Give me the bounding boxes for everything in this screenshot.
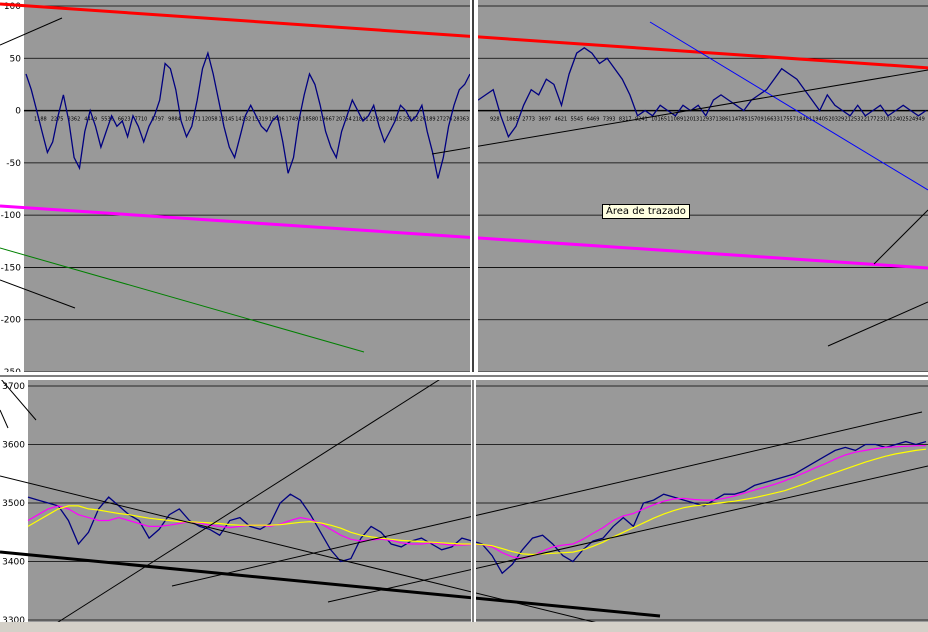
top-y-tick-label: -100 [1, 211, 22, 221]
top-x-tick-label: 1188 [34, 117, 47, 123]
top-x-tick-label: 6469 [587, 117, 600, 123]
vertical-split-bar-top [470, 0, 478, 378]
top-x-tick-label: 20754 [336, 117, 352, 123]
top-x-tick-label: 26189 [420, 117, 436, 123]
top-x-tick-label: 13861 [716, 117, 732, 123]
top-x-tick-label: 14785 [732, 117, 748, 123]
top-y-tick-label: 50 [10, 54, 22, 64]
top-x-tick-label: 3697 [538, 117, 551, 123]
black-trendline [0, 409, 9, 429]
top-x-tick-label: 4449 [84, 117, 97, 123]
horizontal-scrollbar [0, 622, 928, 632]
top-x-tick-label: 17557 [780, 117, 796, 123]
chart-svg: 100500-50-100-150-200-250370036003500340… [0, 0, 928, 632]
top-x-tick-label: 9884 [168, 117, 181, 123]
top-x-tick-label: 21253 [844, 117, 860, 123]
bottom-y-tick-label: 3600 [2, 441, 25, 451]
top-x-tick-label: 5545 [571, 117, 584, 123]
top-x-tick-label: 24949 [909, 117, 925, 123]
chart-window: 100500-50-100-150-200-250370036003500340… [0, 0, 928, 632]
top-x-tick-label: 12013 [683, 117, 699, 123]
top-x-tick-label: 11089 [667, 117, 683, 123]
top-x-tick-label: 22177 [861, 117, 877, 123]
top-x-tick-label: 2773 [522, 117, 535, 123]
top-x-tick-label: 20329 [828, 117, 844, 123]
plot-area-tooltip: Área de trazado [602, 204, 690, 219]
top-y-tick-label: -200 [1, 316, 22, 326]
bottom-y-tick-label: 3700 [2, 382, 25, 392]
top-x-tick-label: 23101 [877, 117, 893, 123]
top-x-tick-label: 928 [490, 117, 500, 123]
top-x-tick-label: 18481 [796, 117, 812, 123]
top-x-tick-label: 7393 [603, 117, 616, 123]
top-x-tick-label: 1865 [506, 117, 519, 123]
top-x-tick-label: 19667 [319, 117, 335, 123]
top-x-tick-label: 28363 [453, 117, 469, 123]
top-x-tick-label: 4621 [554, 117, 567, 123]
top-y-tick-label: -50 [6, 159, 21, 169]
top-x-tick-label: 15319 [252, 117, 268, 123]
bottom-y-tick-label: 3500 [2, 499, 25, 509]
top-x-tick-label: 6623 [118, 117, 131, 123]
top-y-tick-label: -150 [1, 263, 22, 273]
bottom-y-tick-label: 3400 [2, 558, 25, 568]
top-x-tick-label: 15709 [748, 117, 764, 123]
top-x-tick-label: 13145 [218, 117, 234, 123]
top-y-tick-label: 0 [15, 107, 21, 117]
top-x-tick-label: 24025 [893, 117, 909, 123]
top-x-tick-label: 10165 [651, 117, 667, 123]
top-x-tick-label: 18580 [302, 117, 318, 123]
top-x-tick-label: 12058 [202, 117, 218, 123]
top-x-tick-label: 12937 [699, 117, 715, 123]
top-x-tick-label: 16633 [764, 117, 780, 123]
